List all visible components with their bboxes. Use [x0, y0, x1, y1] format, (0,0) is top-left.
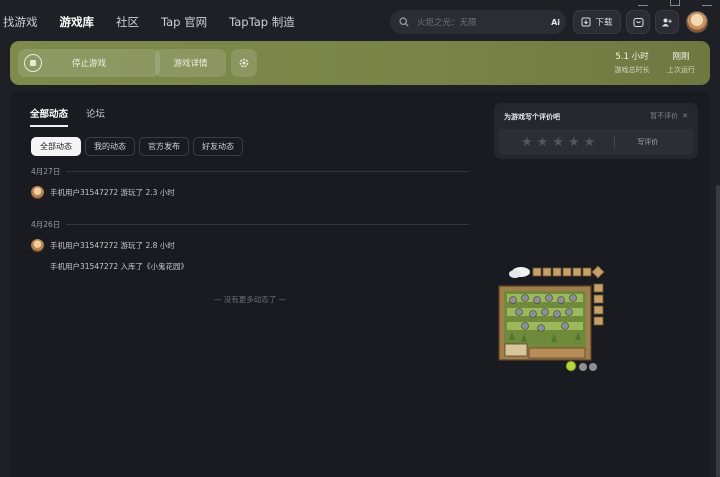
skip-rating-button[interactable]: 暂不评价 ✕ — [650, 111, 688, 121]
rating-title: 为游戏写个评价吧 — [504, 113, 560, 121]
no-more-label: — 没有更多动态了 — — [213, 295, 287, 304]
rating-card: 为游戏写个评价吧 暂不评价 ✕ ★ ★ ★ ★ ★ 写评价 — [494, 103, 698, 159]
download-icon — [581, 17, 591, 27]
star-icon[interactable]: ★ — [537, 136, 549, 149]
game-control-bar: 停止游戏 游戏详情 5.1 小时 游戏总时长 刚刚 上次运行 — [10, 41, 710, 85]
write-review-button[interactable]: 写评价 — [637, 137, 658, 147]
playtime-value: 5.1 小时 — [615, 52, 649, 62]
minimize-icon[interactable] — [638, 0, 648, 6]
nav-tap-website[interactable]: Tap 官网 — [161, 14, 207, 30]
nav-game-library[interactable]: 游戏库 — [60, 14, 95, 30]
divider — [66, 224, 469, 225]
filter-friends[interactable]: 好友动态 — [193, 137, 243, 156]
ai-search-button[interactable]: Ai — [551, 18, 560, 27]
avatar — [31, 186, 44, 199]
activity-text: 手机用户31547272 入库了《小鬼花园》 — [50, 262, 189, 271]
tab-all-activity[interactable]: 全部动态 — [30, 106, 69, 127]
last-run-value: 刚刚 — [672, 52, 690, 62]
game-details-button[interactable]: 游戏详情 — [155, 49, 226, 77]
download-label: 下载 — [595, 18, 613, 28]
star-icon[interactable]: ★ — [552, 136, 564, 149]
last-run: 刚刚 上次运行 — [662, 50, 700, 75]
rating-row: ★ ★ ★ ★ ★ 写评价 — [498, 129, 694, 155]
activity-text: 手机用户31547272 游玩了 2.8 小时 — [50, 241, 175, 250]
search-placeholder: 火炬之光：无限 — [417, 18, 477, 28]
date-label: 4月26日 — [31, 220, 61, 229]
stop-icon — [24, 54, 42, 72]
date-label: 4月27日 — [31, 167, 61, 176]
user-avatar[interactable] — [686, 11, 708, 33]
friends-button[interactable] — [655, 10, 679, 34]
inbox-icon — [633, 17, 643, 27]
game-settings-button[interactable] — [231, 49, 257, 77]
messages-button[interactable] — [626, 10, 650, 34]
window-controls — [638, 0, 712, 6]
total-playtime: 5.1 小时 游戏总时长 — [608, 50, 656, 75]
stop-game-label: 停止游戏 — [71, 59, 106, 69]
star-rating: ★ ★ ★ ★ ★ — [521, 136, 595, 149]
filter-all[interactable]: 全部动态 — [31, 137, 81, 156]
feed-filters: 全部动态 我的动态 官方发布 好友动态 — [31, 137, 243, 156]
nav-community[interactable]: 社区 — [116, 14, 139, 30]
close-icon[interactable] — [702, 0, 712, 6]
scrollbar[interactable] — [716, 185, 720, 477]
filter-mine[interactable]: 我的动态 — [85, 137, 135, 156]
avatar — [31, 239, 44, 252]
tab-forum[interactable]: 论坛 — [86, 106, 105, 127]
nav-find-games[interactable]: 找游戏 — [3, 14, 38, 30]
maximize-icon[interactable] — [670, 0, 680, 6]
list-item: 手机用户31547272 游玩了 2.8 小时 — [31, 239, 175, 252]
activity-text: 手机用户31547272 游玩了 2.3 小时 — [50, 188, 175, 197]
feed-tabs: 全部动态 论坛 — [30, 106, 105, 127]
friends-icon — [662, 18, 672, 26]
nav-taptap-make[interactable]: TapTap 制造 — [229, 14, 295, 30]
list-item: 手机用户31547272 游玩了 2.3 小时 — [31, 186, 175, 199]
main-nav: 找游戏 游戏库 社区 Tap 官网 TapTap 制造 — [0, 14, 317, 30]
filter-official[interactable]: 官方发布 — [139, 137, 189, 156]
star-icon[interactable]: ★ — [521, 136, 533, 149]
skip-rating-label: 暂不评价 — [650, 112, 679, 120]
date-header: 4月27日 — [31, 166, 469, 177]
playtime-label: 游戏总时长 — [614, 66, 650, 74]
stop-game-button[interactable]: 停止游戏 — [18, 49, 160, 77]
download-button[interactable]: 下载 — [573, 10, 621, 34]
game-artwork — [498, 265, 605, 372]
star-icon[interactable]: ★ — [584, 136, 596, 149]
gear-icon — [239, 58, 249, 68]
close-icon: ✕ — [682, 112, 688, 120]
divider — [66, 171, 469, 172]
star-icon[interactable]: ★ — [568, 136, 580, 149]
top-bar: 找游戏 游戏库 社区 Tap 官网 TapTap 制造 火炬之光：无限 Ai 下… — [0, 7, 720, 37]
date-header: 4月26日 — [31, 219, 469, 230]
search-icon — [399, 17, 409, 27]
search-input[interactable]: 火炬之光：无限 Ai — [390, 10, 566, 34]
divider — [614, 135, 616, 149]
last-run-label: 上次运行 — [667, 66, 695, 74]
